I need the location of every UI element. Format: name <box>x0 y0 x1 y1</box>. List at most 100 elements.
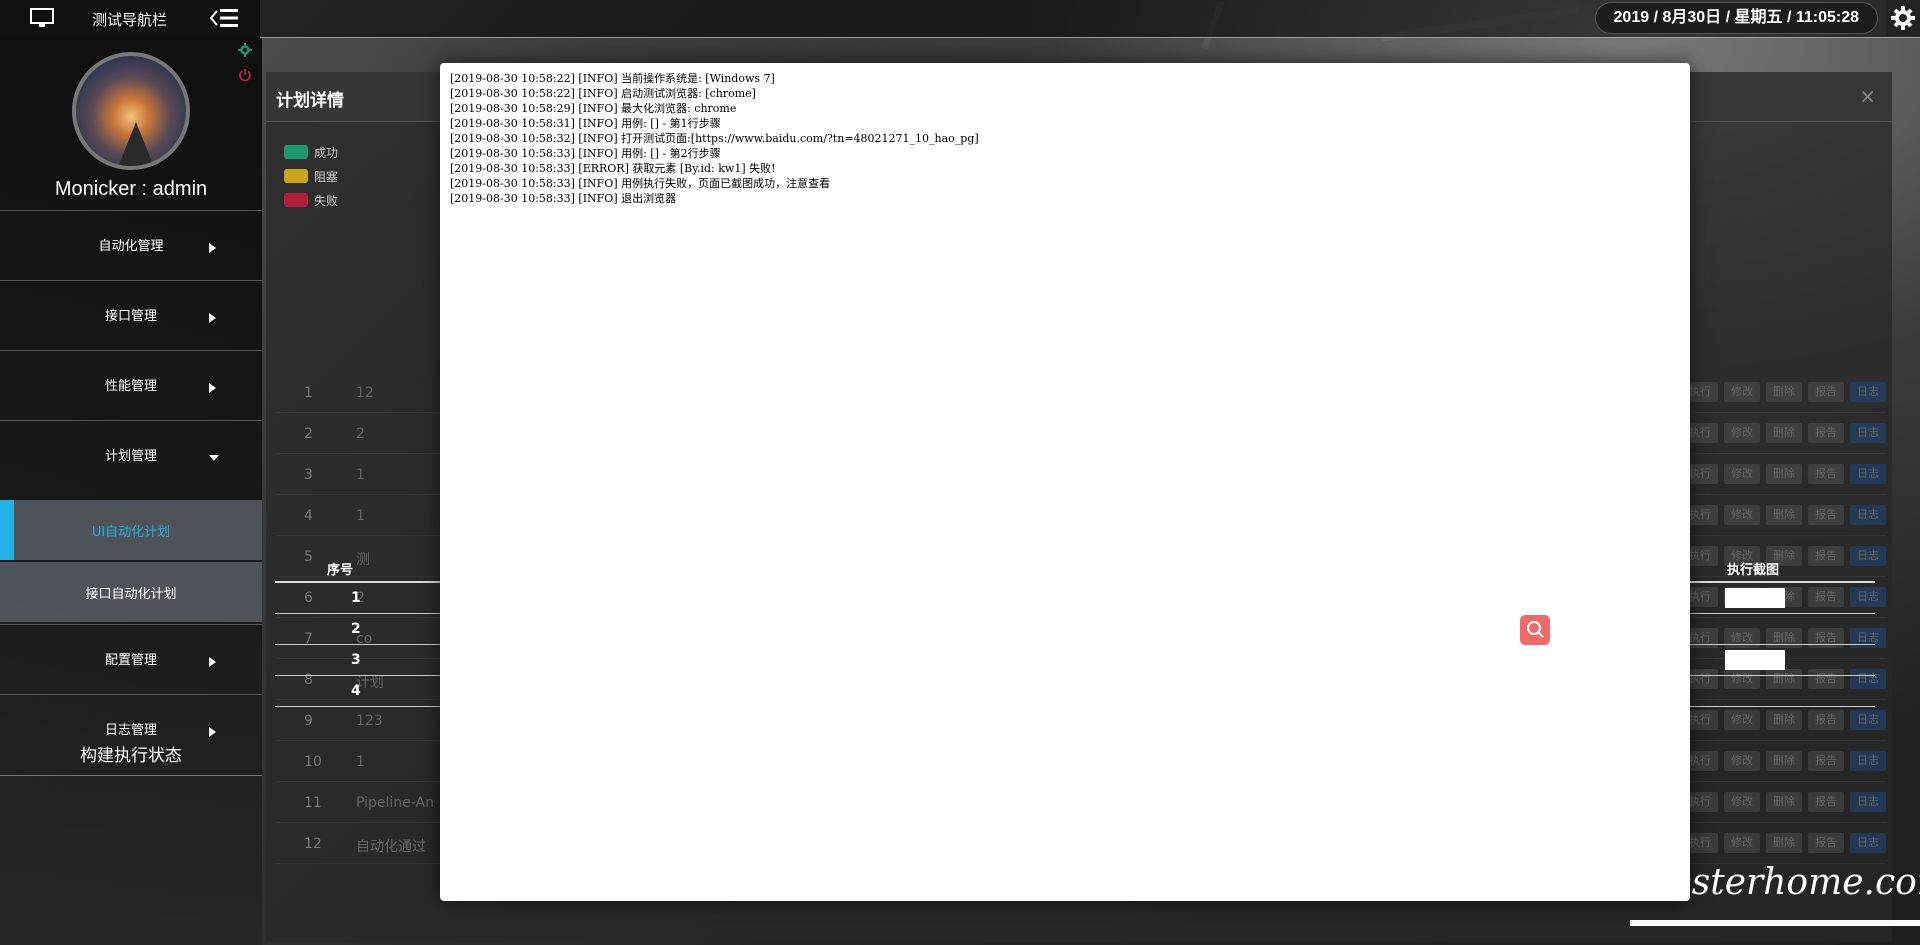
username: Monicker : admin <box>54 178 208 200</box>
status-legend: 成功 阻塞 失败 <box>284 140 338 212</box>
sidebar-settings-icon[interactable] <box>238 42 252 61</box>
failed-swatch <box>284 193 308 207</box>
submenu-interface-automation-plan[interactable]: 接口自动化计划 <box>0 562 262 622</box>
row-number: 2 <box>304 426 313 442</box>
nav-title: 测试导航栏 <box>92 11 168 29</box>
log-line: [2019-08-30 10:58:31] [INFO] 用例: [] - 第1… <box>450 117 721 130</box>
caret-right-icon <box>209 652 217 671</box>
power-icon[interactable] <box>238 67 252 86</box>
row-action-button[interactable]: 修改 <box>1724 833 1760 853</box>
row-action-button[interactable]: 修改 <box>1724 382 1760 402</box>
row-action-button[interactable]: 删除 <box>1766 792 1802 812</box>
row-actions: 执行修改删除报告日志 <box>1682 792 1886 812</box>
row-number: 1 <box>304 385 313 401</box>
submenu-label: 接口自动化计划 <box>85 587 177 602</box>
row-action-button[interactable]: 修改 <box>1724 505 1760 525</box>
row-action-button[interactable]: 删除 <box>1766 464 1802 484</box>
row-number: 12 <box>304 836 322 852</box>
row-action-button[interactable]: 报告 <box>1808 423 1844 443</box>
row-action-button[interactable]: 日志 <box>1850 833 1886 853</box>
row-name: 1 <box>356 467 365 483</box>
menu-config-management[interactable]: 配置管理 <box>0 624 262 690</box>
header-screenshot: 执行截图 <box>1727 563 1780 578</box>
row-action-button[interactable]: 修改 <box>1724 464 1760 484</box>
row-number: 11 <box>304 795 322 811</box>
menu-label: 日志管理 <box>104 723 157 738</box>
caret-right-icon <box>209 238 217 257</box>
menu-interface-management[interactable]: 接口管理 <box>0 280 262 346</box>
row-action-button[interactable]: 日志 <box>1850 751 1886 771</box>
screenshot-thumbnail[interactable] <box>1725 650 1785 670</box>
row-action-button[interactable]: 日志 <box>1850 423 1886 443</box>
legend-label: 阻塞 <box>314 169 339 184</box>
watermark: testerhome.com <box>1656 862 1920 903</box>
menu-automation-management[interactable]: 自动化管理 <box>0 210 262 276</box>
row-action-button[interactable]: 日志 <box>1850 792 1886 812</box>
row-action-button[interactable]: 报告 <box>1808 464 1844 484</box>
header-index: 序号 <box>327 563 354 578</box>
row-actions: 执行修改删除报告日志 <box>1682 464 1886 484</box>
row-actions: 执行修改删除报告日志 <box>1682 833 1886 853</box>
row-action-button[interactable]: 日志 <box>1850 464 1886 484</box>
row-action-button[interactable]: 日志 <box>1850 710 1886 730</box>
row-action-button[interactable]: 报告 <box>1808 751 1844 771</box>
nav-header: 测试导航栏 <box>0 0 260 38</box>
row-action-button[interactable]: 报告 <box>1808 792 1844 812</box>
menu-performance-management[interactable]: 性能管理 <box>0 350 262 416</box>
avatar[interactable] <box>72 52 190 170</box>
screenshot-thumbnail[interactable] <box>1725 588 1785 608</box>
log-line: [2019-08-30 10:58:33] [INFO] 用例: [] - 第2… <box>450 147 721 160</box>
row-action-button[interactable]: 报告 <box>1808 833 1844 853</box>
legend-blocked: 阻塞 <box>284 164 338 188</box>
row-action-button[interactable]: 修改 <box>1724 792 1760 812</box>
log-modal[interactable]: [2019-08-30 10:58:22] [INFO] 当前操作系统是: [W… <box>440 63 1690 901</box>
row-action-button[interactable]: 报告 <box>1808 710 1844 730</box>
row-index: 3 <box>351 652 361 668</box>
row-action-button[interactable]: 删除 <box>1766 751 1802 771</box>
log-line: [2019-08-30 10:58:33] [INFO] 退出浏览器 <box>450 192 677 205</box>
zoom-search-icon[interactable] <box>1520 615 1550 645</box>
row-action-button[interactable]: 删除 <box>1766 423 1802 443</box>
row-action-button[interactable]: 删除 <box>1766 382 1802 402</box>
row-action-button[interactable]: 删除 <box>1766 710 1802 730</box>
row-action-button[interactable]: 删除 <box>1766 833 1802 853</box>
monitor-icon[interactable] <box>30 8 54 32</box>
log-line: [2019-08-30 10:58:22] [INFO] 启动测试浏览器: [c… <box>450 87 756 100</box>
menu-label: 接口管理 <box>104 309 157 324</box>
log-line: [2019-08-30 10:58:32] [INFO] 打开测试页面:[htt… <box>450 132 979 145</box>
row-action-button[interactable]: 修改 <box>1724 751 1760 771</box>
menu-plan-management[interactable]: 计划管理 <box>0 420 262 486</box>
row-action-button[interactable]: 删除 <box>1766 505 1802 525</box>
row-action-button[interactable]: 修改 <box>1724 423 1760 443</box>
row-name: 2 <box>356 426 365 442</box>
close-icon[interactable]: × <box>1859 84 1876 108</box>
log-body: [2019-08-30 10:58:22] [INFO] 当前操作系统是: [W… <box>440 63 1690 206</box>
menu-collapse-icon[interactable] <box>209 6 240 34</box>
row-action-button[interactable]: 日志 <box>1850 382 1886 402</box>
sidebar: Monicker : admin 自动化管理 接口管理 性能管理 计划管理 UI… <box>0 38 262 945</box>
row-action-button[interactable]: 日志 <box>1850 505 1886 525</box>
blocked-swatch <box>284 169 308 183</box>
row-index: 4 <box>351 683 361 699</box>
row-action-button[interactable]: 报告 <box>1808 382 1844 402</box>
row-action-button[interactable]: 报告 <box>1808 505 1844 525</box>
legend-success: 成功 <box>284 140 338 164</box>
caret-right-icon <box>209 308 217 327</box>
menu-log-management[interactable]: 日志管理 <box>0 694 262 738</box>
caret-down-icon <box>209 448 219 467</box>
row-name: 123 <box>356 713 383 729</box>
build-status-title: 构建执行状态 <box>0 738 262 776</box>
submenu-ui-automation-plan[interactable]: UI自动化计划 <box>0 500 262 560</box>
row-actions: 执行修改删除报告日志 <box>1682 710 1886 730</box>
log-line: [2019-08-30 10:58:29] [INFO] 最大化浏览器: chr… <box>450 102 737 115</box>
caret-right-icon <box>209 378 217 397</box>
legend-label: 失败 <box>314 193 339 208</box>
menu-label: 计划管理 <box>104 449 157 464</box>
row-index: 2 <box>351 621 361 637</box>
settings-gear-icon[interactable] <box>1886 0 1920 36</box>
row-actions: 执行修改删除报告日志 <box>1682 505 1886 525</box>
row-action-button[interactable]: 修改 <box>1724 710 1760 730</box>
datetime-display: 2019 / 8月30日 / 星期五 / 11:05:28 <box>1594 2 1878 34</box>
row-number: 9 <box>304 713 313 729</box>
row-number: 10 <box>304 754 322 770</box>
